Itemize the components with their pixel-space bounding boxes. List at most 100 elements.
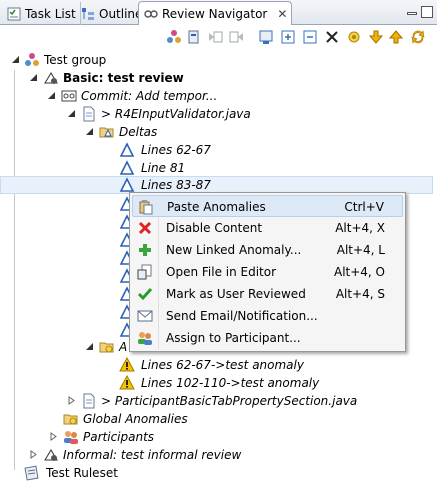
- navigate-forward-icon[interactable]: [228, 29, 244, 45]
- reviews-icon[interactable]: [166, 29, 182, 45]
- anomalies-folder-icon: [99, 342, 114, 353]
- tree-item-test-group[interactable]: Test group: [0, 51, 433, 69]
- menu-item-label: Mark as User Reviewed: [166, 287, 306, 301]
- tree-item-informal-review[interactable]: Informal: test informal review: [0, 446, 433, 464]
- tree-item-label: Lines 62-67: [141, 143, 211, 157]
- tree-item-label: A: [119, 340, 128, 354]
- maximize-view-icon[interactable]: [421, 6, 433, 18]
- next-icon[interactable]: [388, 29, 404, 45]
- delta-icon: [119, 177, 135, 192]
- checkmark-icon: [137, 288, 153, 301]
- tree-item-basic-review[interactable]: Basic: test review: [0, 69, 433, 87]
- deltas-folder-icon: [99, 127, 114, 138]
- delta-icon: [119, 142, 135, 157]
- import-icon[interactable]: [186, 29, 202, 45]
- menu-item-shortcut: Alt+4, O: [333, 265, 385, 279]
- expand-all-icon[interactable]: [280, 29, 296, 45]
- tree-item-participants[interactable]: Participants: [0, 428, 433, 446]
- menu-item-disable-content[interactable]: Disable Content Alt+4, X: [132, 217, 403, 239]
- tab-review-navigator-label: Review Navigator: [162, 6, 268, 21]
- menu-item-paste-anomalies[interactable]: Paste Anomalies Ctrl+V: [132, 195, 403, 217]
- expanded-triangle-icon[interactable]: [85, 127, 94, 136]
- menu-item-shortcut: Alt+4, S: [335, 287, 385, 301]
- open-file-icon: [137, 264, 152, 280]
- menu-item-label: Paste Anomalies: [167, 200, 266, 214]
- warning-icon: [119, 375, 135, 390]
- tree-item-global-anomalies[interactable]: Global Anomalies: [0, 410, 433, 428]
- tree-item-label: Commit: Add tempor...: [81, 89, 218, 103]
- tree-item-label: > ParticipantBasicTabPropertySection.jav…: [101, 394, 358, 408]
- menu-item-mark-reviewed[interactable]: Mark as User Reviewed Alt+4, S: [132, 283, 403, 305]
- menu-item-shortcut: Alt+4, X: [335, 221, 385, 235]
- review-navigator-icon: [144, 9, 158, 18]
- tree-item-file-input-validator[interactable]: > R4EInputValidator.java: [0, 105, 433, 123]
- expanded-triangle-icon[interactable]: [29, 73, 38, 82]
- sync-icon[interactable]: [410, 29, 426, 45]
- tree-item-label: Lines 62-67->test anomaly: [141, 358, 304, 372]
- tree-item-file-participant-section[interactable]: > ParticipantBasicTabPropertySection.jav…: [0, 392, 433, 410]
- expanded-triangle-icon[interactable]: [47, 91, 56, 100]
- paste-icon: [139, 200, 153, 215]
- review-icon: [44, 449, 58, 461]
- commit-icon: [61, 90, 77, 102]
- disable-icon: [138, 221, 152, 235]
- collapsed-triangle-icon[interactable]: [29, 450, 38, 459]
- tree-item-label: Test Ruleset: [46, 466, 118, 480]
- email-icon: [137, 310, 153, 322]
- tab-outline[interactable]: Outline: [76, 2, 148, 25]
- ruleset-icon: [24, 465, 39, 481]
- minimize-view-icon[interactable]: [407, 12, 417, 15]
- filter-icon[interactable]: [324, 29, 340, 45]
- outline-icon: [82, 7, 94, 20]
- task-list-icon: [7, 7, 21, 20]
- menu-item-shortcut: Alt+4, L: [336, 243, 385, 257]
- tab-review-navigator[interactable]: Review Navigator ✕: [138, 1, 293, 25]
- tree-item-delta[interactable]: Line 81: [0, 159, 433, 177]
- tree-item-label: Lines 102-110->test anomaly: [141, 376, 320, 390]
- context-menu: Paste Anomalies Ctrl+V Disable Content A…: [129, 192, 406, 352]
- expanded-triangle-icon[interactable]: [67, 109, 76, 118]
- java-file-icon: [83, 106, 95, 122]
- tree-item-label: Informal: test informal review: [63, 448, 242, 462]
- close-tab-icon[interactable]: ✕: [277, 7, 287, 21]
- tree-item-anomaly[interactable]: Lines 102-110->test anomaly: [0, 374, 433, 392]
- tree-item-delta[interactable]: Lines 62-67: [0, 141, 433, 159]
- add-icon: [139, 244, 151, 256]
- menu-item-shortcut: Ctrl+V: [344, 200, 384, 214]
- expanded-triangle-icon[interactable]: [85, 342, 94, 351]
- export-icon[interactable]: [258, 29, 274, 45]
- menu-item-assign-participant[interactable]: Assign to Participant...: [132, 327, 403, 349]
- menu-item-label: Assign to Participant...: [166, 331, 301, 345]
- view-tab-bar: Task List Outline Review Navigator ✕: [0, 0, 437, 25]
- previous-icon[interactable]: [368, 29, 384, 45]
- collapsed-triangle-icon[interactable]: [67, 396, 76, 405]
- tree-item-anomaly[interactable]: Lines 62-67->test anomaly: [0, 356, 433, 374]
- expanded-triangle-icon[interactable]: [11, 55, 20, 64]
- tree-item-test-ruleset[interactable]: Test Ruleset: [0, 464, 433, 482]
- tree-item-label: Participants: [83, 430, 155, 444]
- tab-task-list[interactable]: Task List: [2, 2, 81, 25]
- tab-outline-label: Outline: [99, 6, 143, 21]
- java-file-icon: [83, 393, 95, 409]
- navigate-back-icon[interactable]: [208, 29, 224, 45]
- menu-item-send-email[interactable]: Send Email/Notification...: [132, 305, 403, 327]
- menu-item-open-file[interactable]: Open File in Editor Alt+4, O: [132, 261, 403, 283]
- menu-item-label: Send Email/Notification...: [166, 309, 318, 323]
- tree-item-deltas[interactable]: Deltas: [0, 123, 433, 141]
- menu-item-label: New Linked Anomaly...: [166, 243, 302, 257]
- tree-item-commit[interactable]: Commit: Add tempor...: [0, 87, 433, 105]
- tree-item-label: > R4EInputValidator.java: [101, 107, 251, 121]
- collapsed-triangle-icon[interactable]: [49, 432, 58, 441]
- anomaly-icon[interactable]: [346, 29, 362, 45]
- review-icon: [44, 72, 58, 84]
- menu-item-label: Disable Content: [166, 221, 263, 235]
- menu-item-label: Open File in Editor: [166, 265, 277, 279]
- tree-item-label: Deltas: [119, 125, 158, 139]
- tab-task-list-label: Task List: [25, 6, 76, 21]
- menu-item-new-linked-anomaly[interactable]: New Linked Anomaly... Alt+4, L: [132, 239, 403, 261]
- review-group-icon: [25, 53, 39, 66]
- tree-item-label: Lines 83-87: [141, 178, 211, 192]
- tree-item-label: Test group: [44, 53, 107, 67]
- collapse-all-icon[interactable]: [302, 29, 318, 45]
- anomalies-folder-icon: [63, 414, 78, 425]
